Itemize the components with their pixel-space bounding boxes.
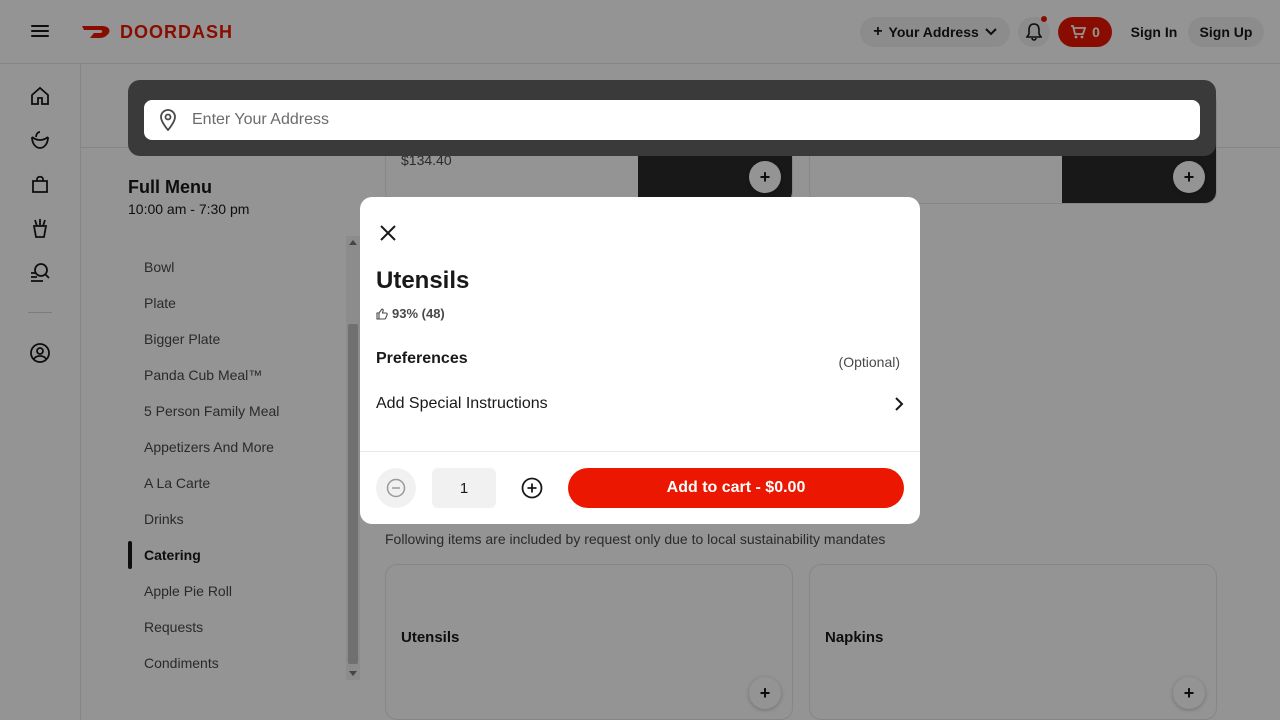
address-input[interactable] [192, 100, 1182, 140]
item-modal: Utensils 93% (48) Preferences (Optional)… [360, 197, 920, 524]
increase-quantity-button[interactable] [512, 468, 552, 508]
close-icon [380, 225, 396, 241]
preferences-title: Preferences [376, 350, 468, 367]
rating-text: 93% (48) [392, 306, 445, 321]
item-rating: 93% (48) [376, 306, 445, 321]
add-to-cart-button[interactable]: Add to cart - $0.00 [568, 468, 904, 508]
location-pin-icon [160, 109, 176, 131]
address-entry-panel [128, 80, 1216, 156]
special-instructions-row[interactable]: Add Special Instructions [376, 390, 904, 418]
quantity-field[interactable]: 1 [432, 468, 496, 508]
special-instructions-label: Add Special Instructions [376, 395, 548, 412]
close-button[interactable] [376, 221, 400, 245]
address-input-wrapper [144, 100, 1200, 140]
modal-title: Utensils [376, 267, 470, 294]
preferences-optional-label: (Optional) [838, 354, 900, 370]
chevron-right-icon [895, 397, 904, 411]
modal-footer: 1 Add to cart - $0.00 [360, 451, 920, 524]
decrease-quantity-button[interactable] [376, 468, 416, 508]
minus-circle-icon [386, 478, 406, 498]
plus-circle-icon [521, 477, 543, 499]
thumbs-up-icon [376, 307, 388, 320]
